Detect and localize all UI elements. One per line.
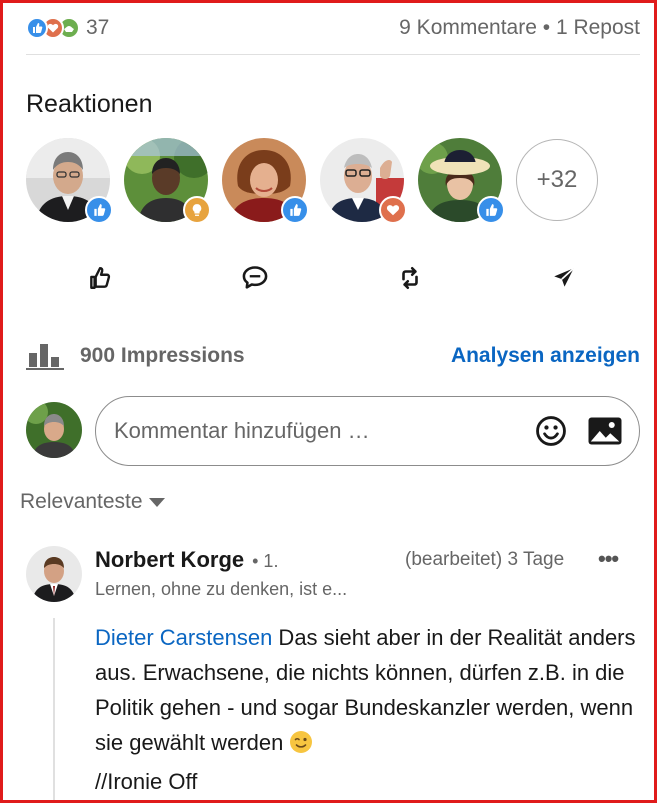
comment-author-headline: Lernen, ohne zu denken, ist e... xyxy=(95,579,348,599)
connection-degree: • 1. xyxy=(252,551,279,571)
comment-timestamp: (bearbeitet) 3 Tage xyxy=(405,549,565,570)
more-reactors-button[interactable]: +32 xyxy=(516,139,598,221)
sort-label: Relevanteste xyxy=(20,490,143,513)
reaction-count[interactable]: 37 xyxy=(86,16,109,40)
reactor-avatar-3[interactable] xyxy=(222,138,309,224)
comment-input-placeholder: Kommentar hinzufügen … xyxy=(114,418,370,443)
comment-button[interactable] xyxy=(235,258,275,298)
analytics-bar-icon xyxy=(26,344,64,370)
like-badge-icon xyxy=(477,196,505,224)
action-bar xyxy=(26,258,640,298)
comment-icon xyxy=(242,266,268,289)
stats-separator: • xyxy=(536,16,556,39)
post-stats-row: 37 9 Kommentare • 1 Repost xyxy=(26,12,640,44)
reactor-avatar-5[interactable] xyxy=(418,138,505,224)
like-badge-icon xyxy=(85,196,113,224)
divider xyxy=(26,54,640,55)
current-user-avatar xyxy=(26,402,82,458)
reactor-avatar-4[interactable] xyxy=(320,138,407,224)
reposts-count-link[interactable]: 1 Repost xyxy=(556,16,640,39)
send-button[interactable] xyxy=(544,258,584,298)
like-icon xyxy=(90,267,111,289)
sort-dropdown[interactable]: Relevanteste xyxy=(20,490,165,514)
impressions-count: 900 Impressions xyxy=(80,344,245,367)
repost-button[interactable] xyxy=(390,258,430,298)
reactor-avatar-2[interactable] xyxy=(124,138,211,224)
insightful-badge-icon xyxy=(183,196,211,224)
comment-body: Dieter Carstensen Das sieht aber in der … xyxy=(95,620,640,799)
reactor-avatar-list: +32 xyxy=(26,138,598,224)
like-badge-icon xyxy=(281,196,309,224)
impressions-summary: 900 Impressions xyxy=(26,341,245,371)
thread-line xyxy=(53,618,55,803)
comment-repost-summary: 9 Kommentare • 1 Repost xyxy=(399,16,640,40)
like-reaction-icon xyxy=(26,17,48,39)
repost-icon xyxy=(402,266,418,290)
reactions-heading: Reaktionen xyxy=(26,90,153,118)
reactor-avatar-1[interactable] xyxy=(26,138,113,224)
emoji-icon xyxy=(536,416,566,446)
love-badge-icon xyxy=(379,196,407,224)
winking-face-emoji-icon xyxy=(289,729,313,764)
comment-text-ending: //Ironie Off xyxy=(95,769,198,794)
comments-count-link[interactable]: 9 Kommentare xyxy=(399,16,537,39)
emoji-button[interactable] xyxy=(531,411,571,451)
like-button[interactable] xyxy=(80,258,120,298)
comment-input[interactable]: Kommentar hinzufügen … xyxy=(95,396,640,466)
mention-link[interactable]: Dieter Carstensen xyxy=(95,625,272,650)
image-icon xyxy=(588,417,622,445)
comment-author-row: Norbert Korge • 1. xyxy=(95,547,278,573)
image-button[interactable] xyxy=(585,411,625,451)
reaction-summary[interactable]: 37 xyxy=(26,16,109,40)
send-icon xyxy=(554,267,575,287)
caret-down-icon xyxy=(148,497,165,507)
comment-author-avatar[interactable] xyxy=(26,546,82,602)
comment-more-options-button[interactable]: ••• xyxy=(598,546,619,572)
impressions-row: 900 Impressions Analysen anzeigen xyxy=(26,340,640,372)
view-analytics-link[interactable]: Analysen anzeigen xyxy=(451,344,640,368)
comment-author-name[interactable]: Norbert Korge xyxy=(95,547,244,573)
